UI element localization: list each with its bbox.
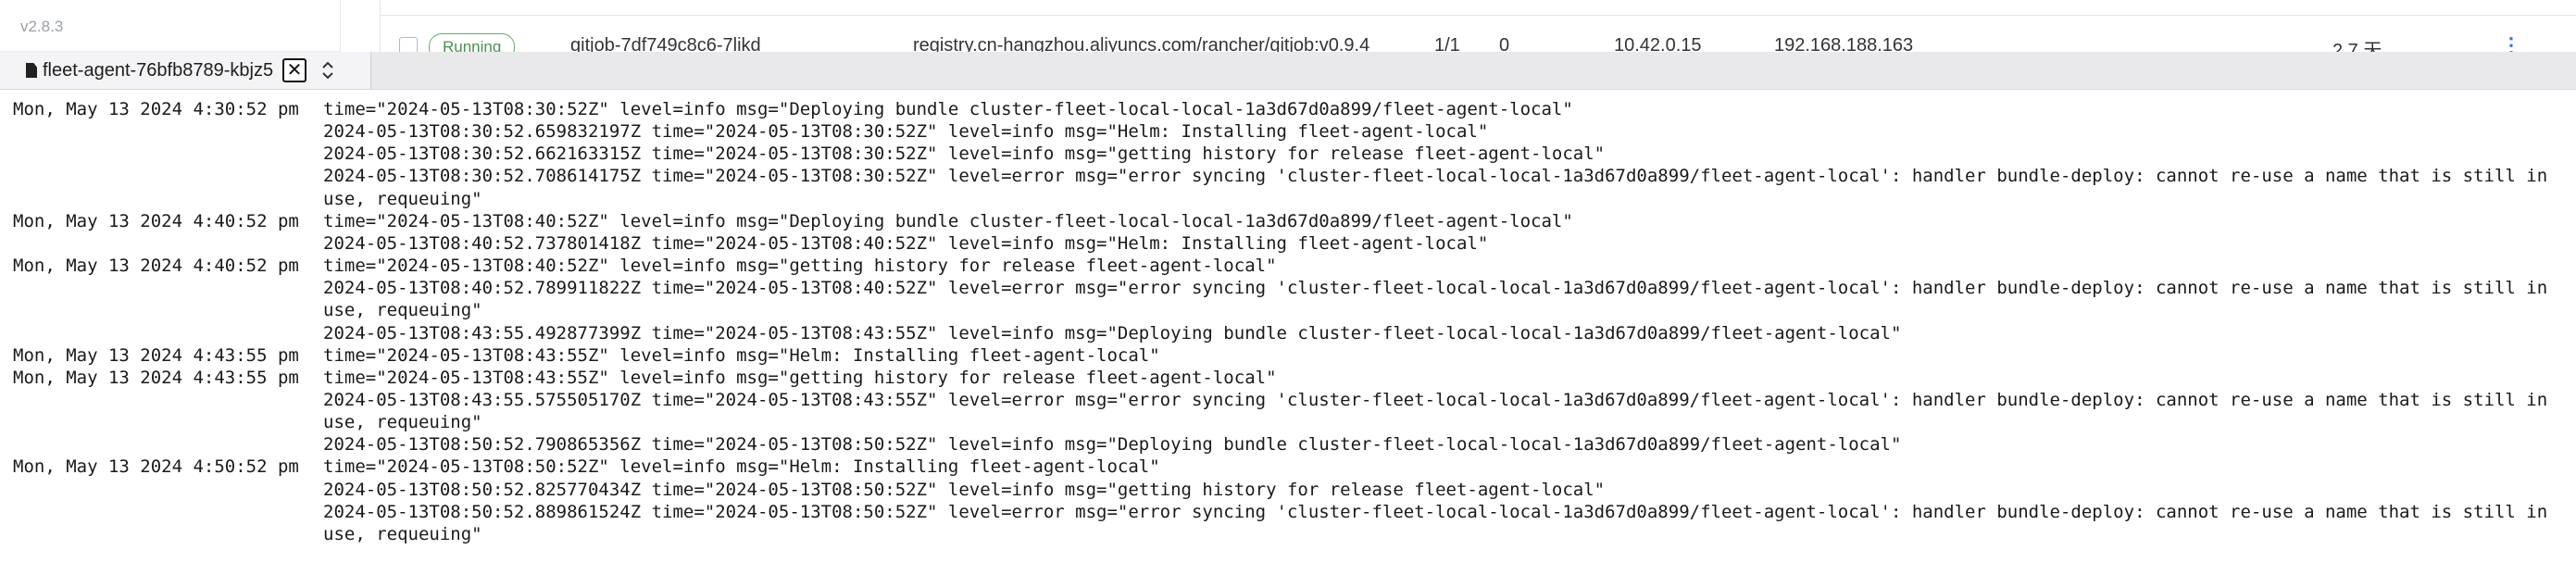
log-line: use, requeuing" [0,524,2576,546]
close-tab-button[interactable]: ✕ [282,58,307,82]
log-timestamp: Mon, May 13 2024 4:40:52 pm [13,256,299,277]
node-link[interactable]: 192.168.188.163 [1774,35,1913,54]
log-message: 2024-05-13T08:40:52.789911822Z time="202… [323,278,2548,299]
log-line: 2024-05-13T08:30:52.659832197Z time="202… [0,121,2576,144]
ip-cell: 10.42.0.15 [1614,35,1702,54]
log-line: 2024-05-13T08:50:52.790865356Z time="202… [0,434,2576,456]
log-message: time="2024-05-13T08:40:52Z" level=info m… [323,256,1277,277]
version-label: v2.8.3 [0,0,341,52]
log-message: use, requeuing" [323,188,482,209]
ready-cell: 1/1 [1434,35,1460,54]
log-message: 2024-05-13T08:30:52.708614175Z time="202… [323,166,2548,187]
status-badge: Running [429,33,516,54]
log-line: 2024-05-13T08:43:55.492877399Z time="202… [0,323,2576,345]
file-icon [26,63,37,78]
log-line: 2024-05-13T08:50:52.825770434Z time="202… [0,480,2576,502]
log-line: Mon, May 13 2024 4:30:52 pm time="2024-05… [0,99,2576,121]
tab-fleet-agent[interactable]: fleet-agent-76bfb8789-kbjz5 ✕ [0,52,371,89]
log-message: 2024-05-13T08:30:52.662163315Z time="202… [323,144,1606,165]
background-page: v2.8.3 Running gitjob-7df749c8c6-7likd r… [0,0,2576,54]
log-line: 2024-05-13T08:40:52.789911822Z time="202… [0,278,2576,300]
log-line: Mon, May 13 2024 4:43:55 pm time="2024-05… [0,368,2576,390]
log-line: use, requeuing" [0,189,2576,211]
pod-name-link[interactable]: gitjob-7df749c8c6-7likd [570,35,761,54]
log-message: 2024-05-13T08:50:52.889861524Z time="202… [323,501,2548,522]
restarts-cell: 0 [1499,35,1510,54]
log-message: 2024-05-13T08:50:52.790865356Z time="202… [323,434,1902,456]
log-message: time="2024-05-13T08:43:55Z" level=info m… [323,367,1277,388]
log-timestamp: Mon, May 13 2024 4:43:55 pm [13,344,299,366]
log-timestamp: Mon, May 13 2024 4:30:52 pm [13,99,299,119]
log-line: 2024-05-13T08:43:55.575505170Z time="202… [0,390,2576,412]
chevron-up-down-icon[interactable] [319,58,338,82]
log-message: 2024-05-13T08:43:55.492877399Z time="202… [323,322,1902,343]
table-divider [381,15,2576,16]
log-line: 2024-05-13T08:40:52.737801418Z time="202… [0,233,2576,256]
log-message: time="2024-05-13T08:43:55Z" level=info m… [323,344,1160,366]
log-line: use, requeuing" [0,412,2576,434]
log-timestamp: Mon, May 13 2024 4:40:52 pm [13,210,299,231]
log-line: 2024-05-13T08:30:52.708614175Z time="202… [0,166,2576,188]
image-cell: registry.cn-hangzhou.aliyuncs.com/ranche… [913,35,1370,54]
age-cell: 2.7 天 [2332,41,2382,54]
log-message: time="2024-05-13T08:50:52Z" level=info m… [323,456,1160,478]
log-message: time="2024-05-13T08:30:52Z" level=info m… [323,99,1573,119]
log-message: 2024-05-13T08:50:52.825770434Z time="202… [323,479,1606,500]
log-message: 2024-05-13T08:43:55.575505170Z time="202… [323,389,2548,410]
log-line: 2024-05-13T08:30:52.662163315Z time="202… [0,144,2576,166]
log-message: 2024-05-13T08:40:52.737801418Z time="202… [323,232,1489,254]
log-message: use, requeuing" [323,300,482,321]
log-message: 2024-05-13T08:30:52.659832197Z time="202… [323,121,1489,143]
table-row[interactable]: Running gitjob-7df749c8c6-7likd registry… [381,31,2576,54]
log-line: use, requeuing" [0,300,2576,322]
log-timestamp: Mon, May 13 2024 4:43:55 pm [13,367,299,388]
log-tab-strip: fleet-agent-76bfb8789-kbjz5 ✕ [0,52,2576,90]
log-message: use, requeuing" [323,523,482,544]
workloads-table: Running gitjob-7df749c8c6-7likd registry… [380,0,2576,54]
more-actions-icon[interactable]: ⋮ [2501,33,2521,54]
log-message: use, requeuing" [323,412,482,433]
log-message: time="2024-05-13T08:40:52Z" level=info m… [323,210,1573,231]
log-line: Mon, May 13 2024 4:40:52 pm time="2024-05… [0,211,2576,233]
log-timestamp: Mon, May 13 2024 4:50:52 pm [13,456,299,478]
log-output-pane[interactable]: Mon, May 13 2024 4:30:52 pm time="2024-05… [0,90,2576,587]
log-line: Mon, May 13 2024 4:50:52 pm time="2024-05… [0,456,2576,479]
log-line: Mon, May 13 2024 4:43:55 pm time="2024-05… [0,345,2576,368]
tab-label: fleet-agent-76bfb8789-kbjz5 [43,59,274,81]
log-line: Mon, May 13 2024 4:40:52 pm time="2024-05… [0,256,2576,278]
log-line: 2024-05-13T08:50:52.889861524Z time="202… [0,502,2576,524]
